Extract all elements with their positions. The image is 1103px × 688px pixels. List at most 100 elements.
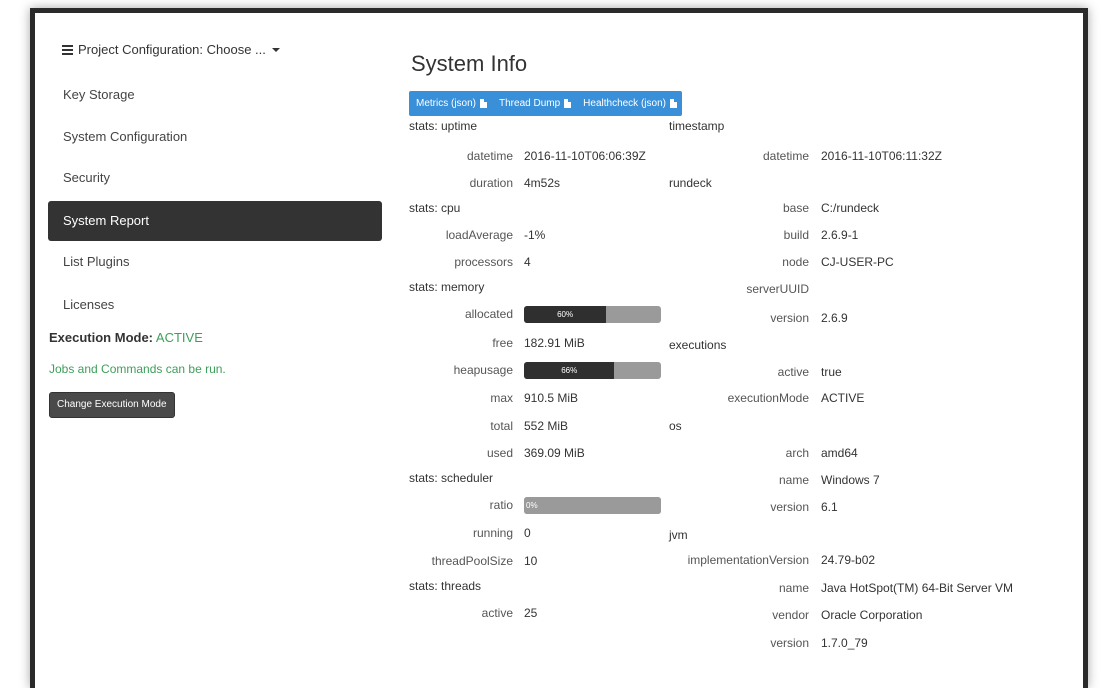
stat-value: Oracle Corporation (821, 608, 923, 622)
section-header: stats: memory (409, 280, 485, 294)
stat-key: version (770, 311, 809, 325)
execution-mode-status: Execution Mode: ACTIVE (49, 330, 203, 345)
execution-mode-value: ACTIVE (155, 330, 203, 345)
file-icon (669, 99, 677, 108)
heapusage-progress-fill: 66% (524, 362, 615, 379)
sidebar-item-label: Key Storage (63, 87, 135, 102)
stat-key: active (777, 365, 809, 379)
stat-key: version (770, 636, 809, 650)
section-header: timestamp (669, 119, 725, 133)
stat-key: threadPoolSize (431, 554, 513, 568)
sidebar-item-security[interactable]: Security (48, 158, 382, 198)
healthcheck-json-label: Healthcheck (json) (583, 98, 666, 109)
sidebar-item-licenses[interactable]: Licenses (48, 285, 382, 325)
allocated-progress-fill: 60% (524, 306, 607, 323)
change-execution-mode-button[interactable]: Change Execution Mode (49, 392, 175, 418)
sidebar-item-label: Security (63, 170, 110, 185)
stat-value: 25 (524, 606, 538, 620)
stat-value: 910.5 MiB (524, 391, 579, 405)
stat-value: 182.91 MiB (524, 336, 585, 350)
list-icon (62, 44, 73, 55)
stat-key: free (492, 336, 513, 350)
metrics-json-button[interactable]: Metrics (json) (409, 91, 492, 116)
stat-key: name (778, 581, 809, 595)
stat-key: serverUUID (746, 282, 809, 296)
stat-value: 10 (524, 554, 538, 568)
stat-value: CJ-USER-PC (821, 255, 894, 269)
sidebar-item-key-storage[interactable]: Key Storage (48, 75, 382, 115)
app-window: Project Configuration: Choose ... Key St… (30, 8, 1088, 688)
stat-key: max (490, 391, 513, 405)
stat-value: true (821, 365, 842, 379)
thread-dump-button[interactable]: Thread Dump (492, 91, 576, 116)
stat-value: 2016-11-10T06:06:39Z (524, 149, 646, 163)
stat-value: Java HotSpot(TM) 64-Bit Server VM (821, 581, 1014, 595)
sidebar-item-system-report[interactable]: System Report (48, 201, 382, 241)
sidebar-item-label: System Configuration (63, 129, 188, 144)
sidebar: Project Configuration: Choose ... Key St… (35, 13, 383, 688)
stat-key: ratio (489, 498, 513, 512)
section-header: os (669, 419, 682, 433)
healthcheck-json-button[interactable]: Healthcheck (json) (576, 91, 682, 116)
stat-key: arch (785, 446, 809, 460)
section-header: stats: threads (409, 579, 482, 593)
caret-down-icon (271, 47, 280, 52)
stat-key: executionMode (727, 391, 809, 405)
allocated-progress-bar: 60% (524, 306, 661, 323)
stat-value: 1.7.0_79 (821, 636, 868, 650)
stat-value: 6.1 (821, 500, 838, 514)
ratio-progress-fill: 0% (524, 497, 661, 514)
execution-mode-label: Execution Mode: (49, 330, 154, 345)
stat-value: 2.6.9 (821, 311, 848, 325)
stat-key: name (778, 473, 809, 487)
stat-key: node (782, 255, 809, 269)
heapusage-progress-bar: 66% (524, 362, 661, 379)
stat-value: 24.79-b02 (821, 553, 876, 567)
section-header: stats: uptime (409, 119, 478, 133)
sidebar-item-system-configuration[interactable]: System Configuration (48, 117, 382, 157)
section-header: rundeck (669, 176, 712, 190)
section-header: stats: scheduler (409, 471, 494, 485)
sidebar-item-label: Licenses (63, 297, 115, 312)
ratio-progress-bar: 0% (524, 497, 661, 514)
stat-value: -1% (524, 228, 546, 242)
stat-key: active (481, 606, 513, 620)
stat-value: 2.6.9-1 (821, 228, 859, 242)
export-button-group: Metrics (json) Thread Dump Healthcheck (… (409, 91, 682, 116)
stat-key: vendor (772, 608, 809, 622)
stat-value: 369.09 MiB (524, 446, 585, 460)
execution-mode-note: Jobs and Commands can be run. (49, 362, 226, 376)
stat-key: base (782, 201, 809, 215)
stat-key: total (490, 419, 513, 433)
metrics-json-label: Metrics (json) (416, 98, 477, 109)
section-header: jvm (669, 528, 688, 542)
thread-dump-label: Thread Dump (499, 98, 561, 109)
stat-value: ACTIVE (821, 391, 865, 405)
stat-value: Windows 7 (821, 473, 880, 487)
section-header: executions (669, 338, 727, 352)
sidebar-item-label: List Plugins (63, 254, 130, 269)
stat-value: amd64 (821, 446, 858, 460)
stat-key: used (486, 446, 513, 460)
stat-key: build (783, 228, 809, 242)
stat-key: datetime (466, 149, 513, 163)
stat-key: heapusage (453, 363, 513, 377)
stat-value: 0 (524, 526, 531, 540)
file-icon (480, 99, 488, 108)
stat-key: allocated (464, 307, 513, 321)
stat-key: processors (454, 255, 513, 269)
project-config-dropdown[interactable]: Project Configuration: Choose ... (62, 42, 280, 57)
stat-value: 4 (524, 255, 531, 269)
stat-key: version (770, 500, 809, 514)
page-title: System Info (411, 51, 528, 76)
stat-value: 552 MiB (524, 419, 569, 433)
sidebar-item-label: System Report (63, 213, 149, 228)
stat-key: running (472, 526, 513, 540)
stat-key: loadAverage (445, 228, 513, 242)
sidebar-item-list-plugins[interactable]: List Plugins (48, 242, 382, 282)
stat-value: C:/rundeck (821, 201, 880, 215)
stat-key: implementationVersion (687, 553, 809, 567)
section-header: stats: cpu (409, 201, 461, 215)
stat-value: 2016-11-10T06:11:32Z (821, 149, 942, 163)
stat-value: 4m52s (524, 176, 561, 190)
